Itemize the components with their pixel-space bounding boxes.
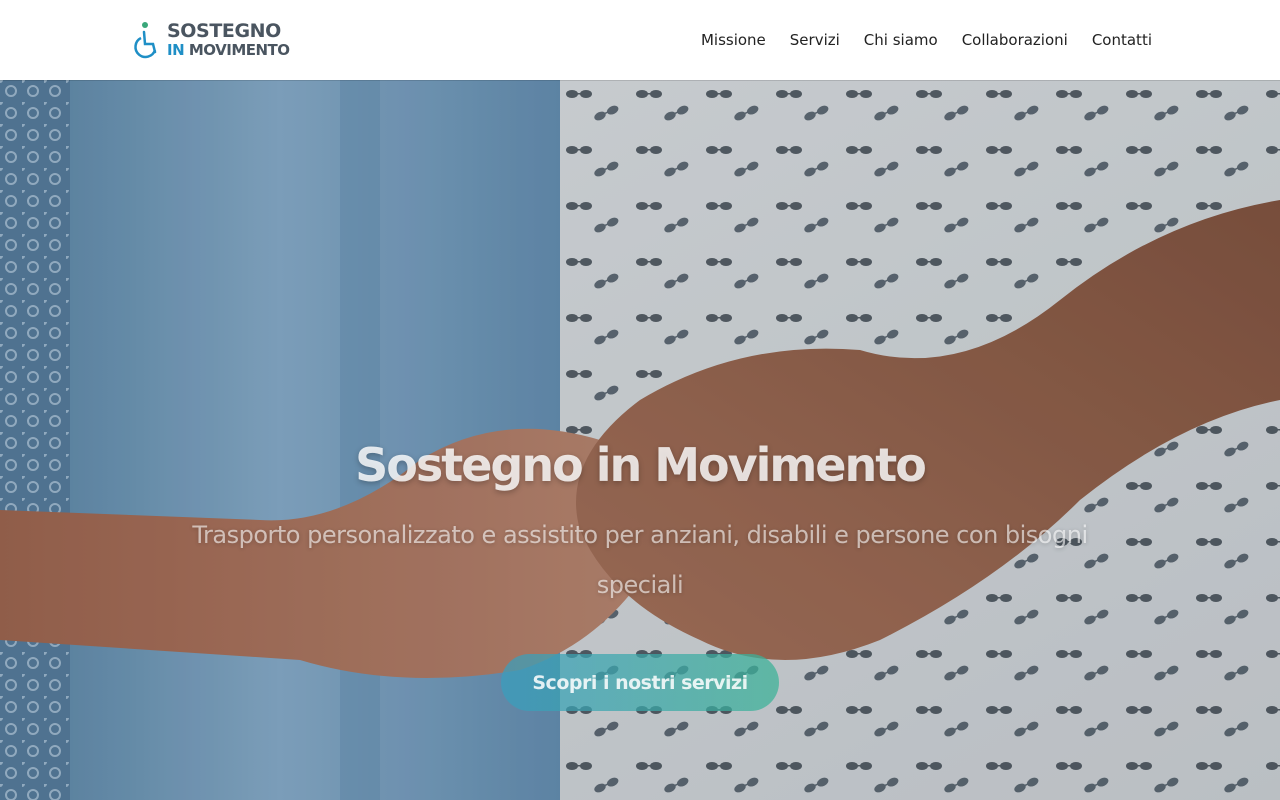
cta-services-button[interactable]: Scopri i nostri servizi bbox=[501, 654, 779, 711]
nav-contatti[interactable]: Contatti bbox=[1092, 31, 1152, 49]
logo-line1: SOSTEGNO bbox=[167, 20, 281, 42]
hero-subtitle: Trasporto personalizzato e assistito per… bbox=[192, 521, 1088, 599]
hero-title: Sostegno in Movimento bbox=[355, 438, 927, 492]
nav-chi-siamo[interactable]: Chi siamo bbox=[864, 31, 938, 49]
site-header: SOSTEGNO IN MOVIMENTO Missione Servizi C… bbox=[0, 0, 1280, 80]
wheelchair-person-icon bbox=[133, 20, 161, 60]
nav-collaborazioni[interactable]: Collaborazioni bbox=[962, 31, 1068, 49]
nav-servizi[interactable]: Servizi bbox=[790, 31, 840, 49]
logo-text: SOSTEGNO IN MOVIMENTO bbox=[167, 22, 290, 58]
hero-section: Sostegno in Movimento Trasporto personal… bbox=[0, 80, 1280, 800]
nav-missione[interactable]: Missione bbox=[701, 31, 766, 49]
logo-in: IN bbox=[167, 41, 185, 59]
main-nav: Missione Servizi Chi siamo Collaborazion… bbox=[677, 0, 1152, 80]
site-logo[interactable]: SOSTEGNO IN MOVIMENTO bbox=[133, 19, 290, 61]
logo-movimento: MOVIMENTO bbox=[184, 41, 290, 59]
logo-line2: IN MOVIMENTO bbox=[167, 43, 290, 58]
